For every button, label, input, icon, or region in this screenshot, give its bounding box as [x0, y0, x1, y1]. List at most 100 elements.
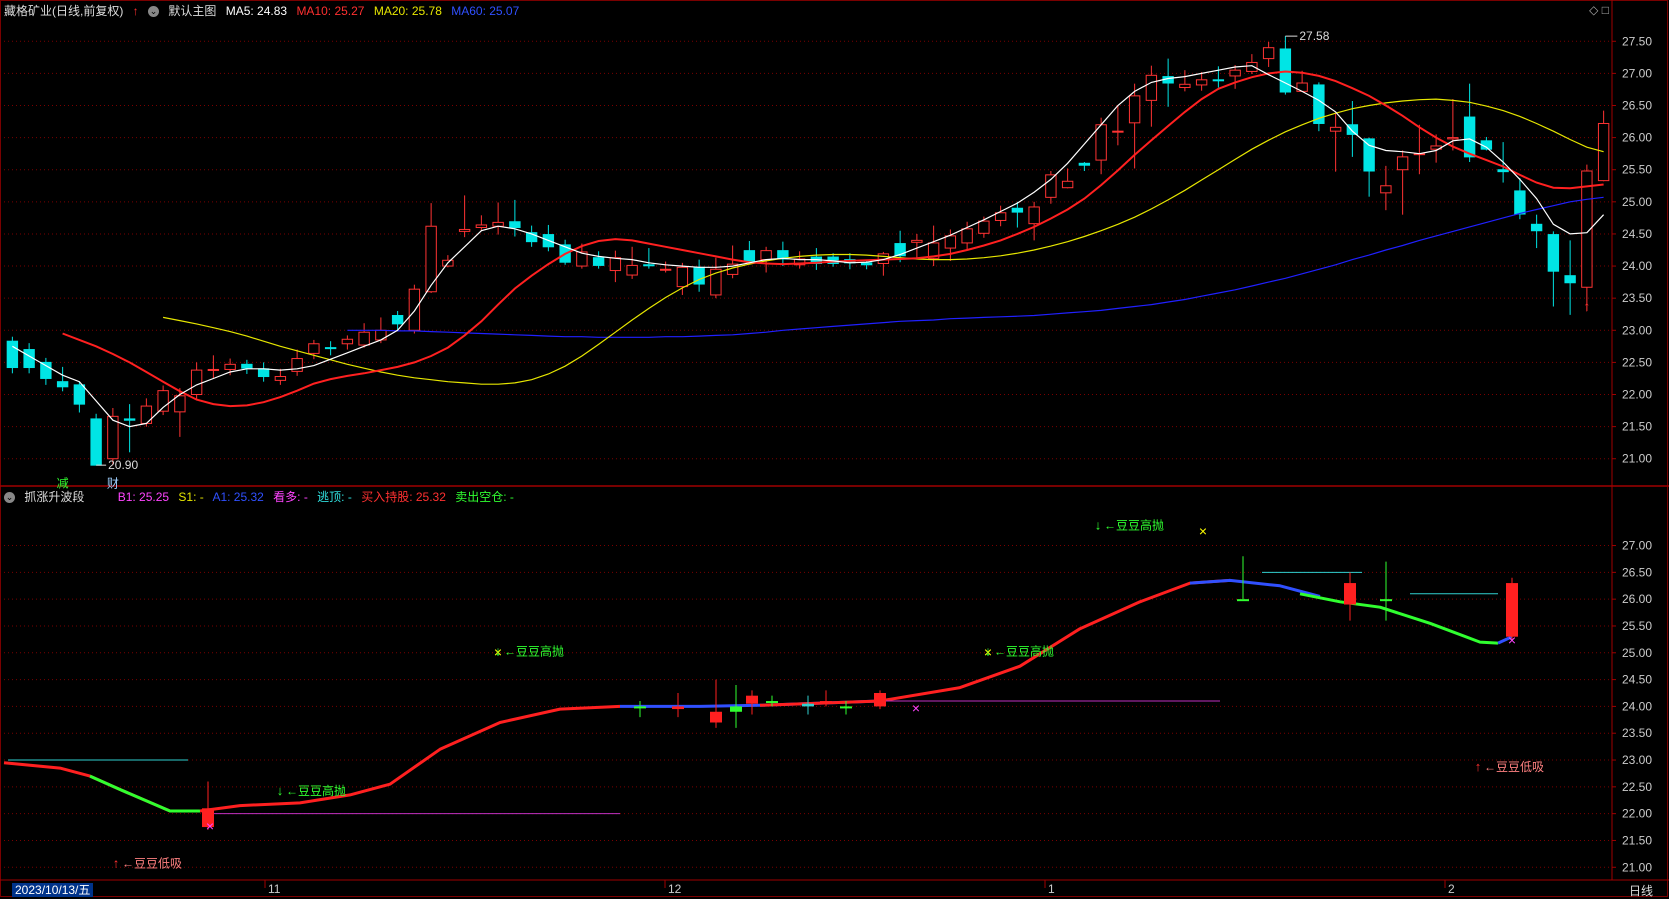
signal-arrow-icon: ↑ — [1475, 759, 1482, 774]
signal-label: ←豆豆高抛 — [504, 643, 564, 658]
indicator-header: ⌄ 抓涨升波段 B1: 25.25 S1: - A1: 25.32 看多: - … — [4, 488, 520, 506]
dropdown-circle-icon[interactable]: ⌄ — [148, 6, 160, 18]
candle-body — [1011, 207, 1024, 213]
mini-candle-body — [1380, 599, 1392, 602]
candle-body — [56, 381, 69, 388]
y-tick-label: 21.50 — [1622, 833, 1652, 847]
up-arrow-icon: ↑ — [132, 4, 139, 18]
dropdown-circle-icon[interactable]: ⌄ — [4, 492, 15, 504]
candle-body — [224, 363, 236, 370]
a1-value: A1: 25.32 — [212, 490, 264, 504]
candle-body — [475, 224, 488, 229]
candle-body — [274, 376, 287, 381]
candle-body — [73, 384, 86, 405]
signal-label: ←豆豆高抛 — [994, 643, 1054, 658]
ma5-label: MA5: 24.83 — [225, 4, 288, 18]
y-tick-label: 26.50 — [1622, 565, 1652, 579]
y-tick-label: 27.50 — [1622, 34, 1652, 48]
candle-body — [207, 368, 220, 371]
y-tick-label: 22.00 — [1622, 807, 1652, 821]
candle-body — [1597, 122, 1610, 182]
candle-body — [1564, 275, 1576, 284]
mini-candle-body — [874, 693, 886, 707]
mini-candle-body — [730, 706, 742, 712]
b1-value: B1: 25.25 — [117, 490, 170, 504]
mini-candle-body — [1344, 583, 1356, 605]
candle-body — [190, 369, 203, 396]
ma60-line — [347, 196, 1604, 338]
ma10-label: MA10: 25.27 — [296, 4, 365, 18]
buy-hold-value: 买入持股: 25.32 — [361, 490, 446, 504]
period-label[interactable]: 日线 — [1629, 882, 1653, 899]
month-label: 11 — [268, 882, 281, 896]
candle-body — [1447, 137, 1459, 140]
kan-duo-value: 看多: - — [273, 490, 308, 504]
sell-empty-value: 卖出空仓: - — [455, 490, 514, 504]
candle-body — [1078, 162, 1091, 166]
candle-body — [107, 415, 119, 460]
y-tick-label: 25.50 — [1622, 163, 1652, 177]
buy-arrow-icon: ↑ — [1583, 298, 1590, 314]
candle-body — [609, 257, 622, 272]
y-tick-label: 22.00 — [1622, 388, 1652, 402]
signal-label: ←豆豆低吸 — [122, 856, 182, 870]
candle-body — [1128, 95, 1141, 124]
ma20-line — [162, 98, 1604, 385]
mini-candle-body — [820, 701, 832, 704]
candle-body — [659, 268, 672, 271]
trend-band-segment — [199, 704, 621, 813]
window-square-icon[interactable]: □ — [1602, 3, 1609, 17]
ma10-line — [62, 70, 1604, 408]
y-tick-label: 24.00 — [1622, 259, 1652, 273]
y-tick-label: 22.50 — [1622, 355, 1652, 369]
candle-body — [643, 264, 655, 267]
signal-arrow-icon: ↓ — [985, 643, 992, 658]
ma60-label: MA60: 25.07 — [451, 4, 520, 18]
candle-body — [140, 405, 153, 424]
candle-body — [1061, 180, 1074, 189]
stock-name[interactable]: 藏格矿业(日线,前复权) — [4, 4, 123, 18]
candle-body — [1145, 74, 1158, 101]
y-tick-label: 27.00 — [1622, 539, 1652, 553]
y-tick-label: 23.50 — [1622, 291, 1652, 305]
mini-candle-body — [840, 706, 852, 709]
candle-body — [676, 266, 689, 288]
y-tick-label: 24.00 — [1622, 699, 1652, 713]
trend-band-segment — [3, 761, 200, 813]
candle-body — [961, 228, 973, 244]
trend-band-segment — [1299, 592, 1499, 645]
cross-icon: × — [912, 700, 920, 716]
y-tick-label: 23.00 — [1622, 753, 1652, 767]
mini-candle-body — [746, 695, 758, 704]
y-tick-label: 21.00 — [1622, 860, 1652, 874]
candle-body — [978, 220, 990, 234]
candle-body — [1530, 223, 1543, 232]
mini-candle-body — [1506, 583, 1518, 637]
s1-value: S1: - — [178, 490, 204, 504]
tao-ding-value: 逃顶: - — [317, 490, 352, 504]
chart-mode[interactable]: 默认主图 — [168, 4, 216, 18]
cross-icon: × — [1199, 523, 1207, 539]
candle-body — [358, 331, 370, 346]
cross-icon: × — [1508, 632, 1516, 648]
trend-band-segment — [89, 774, 200, 813]
indicator-name[interactable]: 抓涨升波段 — [24, 490, 84, 504]
candle-body — [257, 368, 270, 378]
candle-body — [1497, 169, 1509, 173]
mini-candle-body — [672, 706, 684, 710]
main-chart-header: 藏格矿业(日线,前复权) ↑ ⌄ 默认主图 MA5: 24.83 MA10: 2… — [4, 2, 525, 20]
candle-body — [90, 418, 102, 466]
candle-body — [1463, 116, 1476, 158]
y-tick-label: 22.50 — [1622, 780, 1652, 794]
y-tick-label: 21.00 — [1622, 452, 1652, 466]
candle-body — [40, 361, 52, 379]
candle-body — [391, 315, 404, 325]
diamond-icon[interactable]: ◇ — [1589, 3, 1598, 17]
y-tick-label: 25.00 — [1622, 646, 1652, 660]
candle-body — [308, 343, 320, 354]
stock-chart[interactable]: 27.50 27.00 26.50 26.00 25.50 25.00 24.50 24.00… — [0, 0, 1669, 898]
candle-body — [408, 288, 421, 331]
candle-body — [1229, 69, 1241, 77]
candle-body — [1514, 190, 1526, 215]
candle-body — [123, 418, 136, 421]
